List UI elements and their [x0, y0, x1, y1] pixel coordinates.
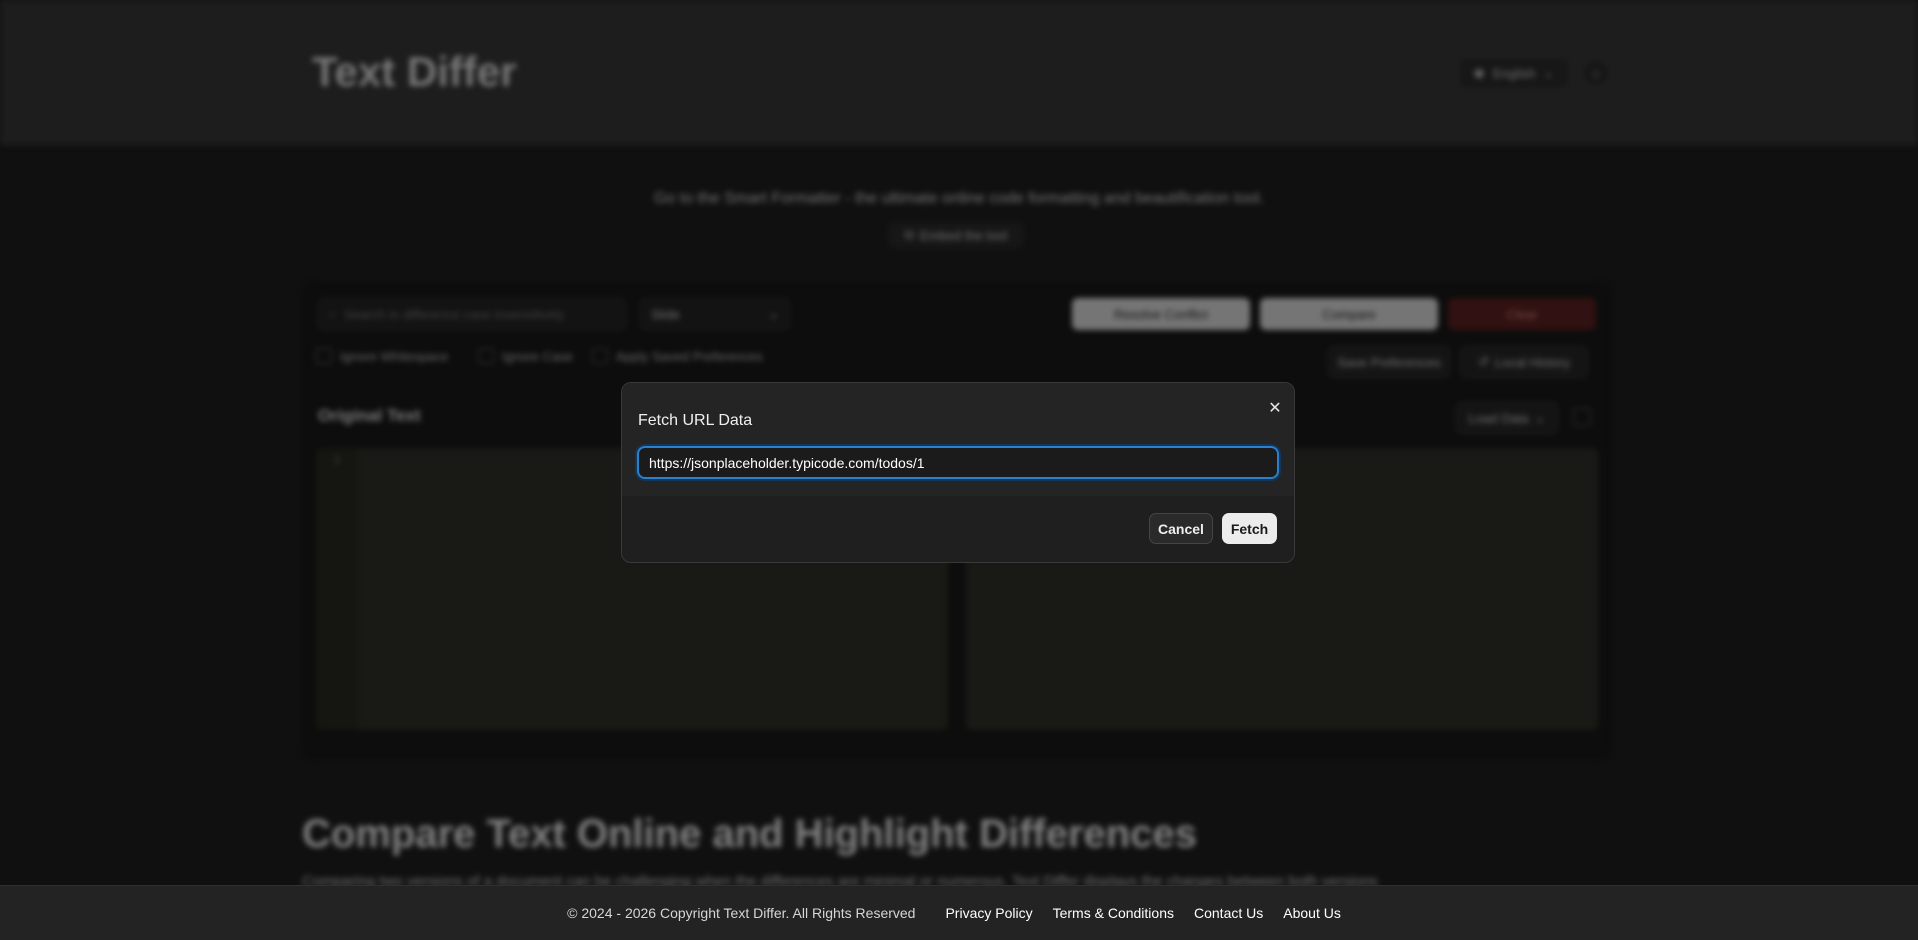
site-footer: © 2024 - 2026 Copyright Text Differ. All… [0, 885, 1918, 940]
close-icon[interactable]: ✕ [1264, 397, 1286, 419]
footer-link-about-us[interactable]: About Us [1283, 905, 1341, 921]
dialog-title: Fetch URL Data [638, 412, 753, 429]
fetch-button[interactable]: Fetch [1222, 513, 1277, 544]
footer-link-contact-us[interactable]: Contact Us [1194, 905, 1263, 921]
footer-link-terms-conditions[interactable]: Terms & Conditions [1053, 905, 1174, 921]
footer-link-privacy-policy[interactable]: Privacy Policy [945, 905, 1032, 921]
copyright-text: © 2024 - 2026 Copyright Text Differ. All… [567, 905, 916, 921]
dialog-body: Fetch URL Data ✕ [622, 383, 1294, 496]
url-input[interactable] [637, 446, 1279, 479]
cancel-button[interactable]: Cancel [1149, 513, 1213, 544]
fetch-url-dialog: Fetch URL Data ✕ Cancel Fetch [621, 382, 1295, 563]
